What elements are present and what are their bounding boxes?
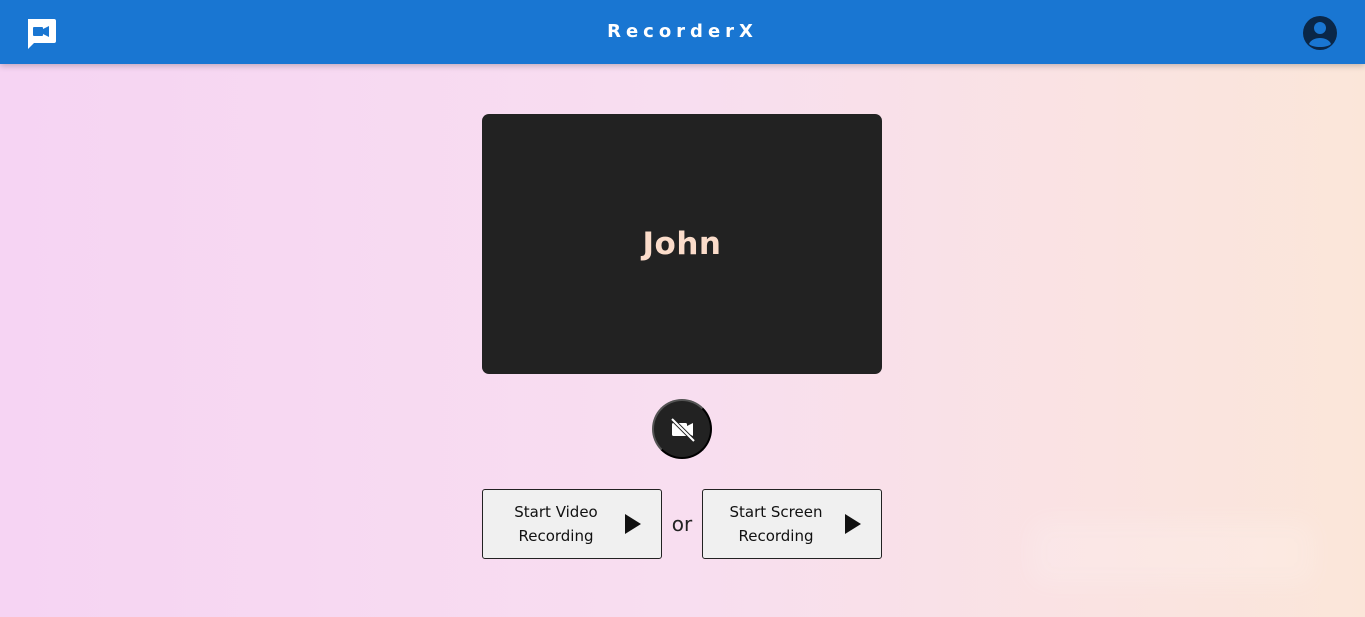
app-title: RecorderX: [607, 21, 758, 42]
start-screen-recording-button[interactable]: Start Screen Recording: [702, 489, 882, 559]
start-video-recording-button[interactable]: Start Video Recording: [482, 489, 662, 559]
app-header: RecorderX: [0, 0, 1365, 64]
participant-name: John: [642, 226, 722, 262]
account-circle-icon[interactable]: [1301, 14, 1339, 52]
start-screen-recording-label: Start Screen Recording: [729, 503, 823, 545]
play-icon: [625, 514, 641, 534]
blurred-overlay: [1030, 520, 1315, 585]
video-preview: John: [482, 114, 882, 374]
camera-toggle-button[interactable]: [652, 399, 712, 459]
play-icon: [845, 514, 861, 534]
video-off-icon: [670, 417, 695, 442]
start-video-recording-label: Start Video Recording: [514, 503, 598, 545]
recording-option-separator: or: [671, 512, 693, 536]
